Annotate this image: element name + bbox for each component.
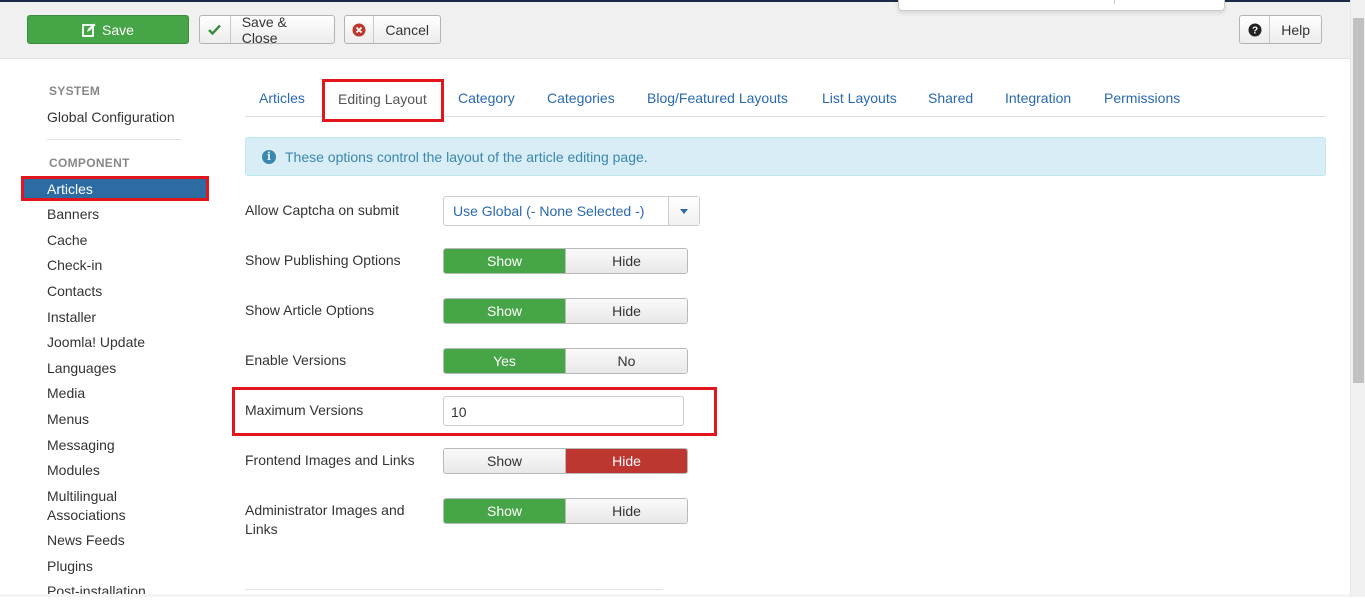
sidebar-item-cache[interactable]: Cache [47, 231, 87, 250]
tab-list-layouts[interactable]: List Layouts [822, 90, 897, 106]
edit-icon [82, 16, 96, 43]
tab-permissions[interactable]: Permissions [1104, 90, 1180, 106]
maximum-versions-input[interactable]: 10 [443, 396, 684, 426]
save-close-button[interactable]: Save & Close [199, 13, 335, 46]
sidebar-item-plugins[interactable]: Plugins [47, 557, 93, 576]
sidebar-item-articles[interactable]: Articles [21, 176, 209, 201]
versions-no-option[interactable]: No [565, 349, 687, 373]
publishing-hide-option[interactable]: Hide [565, 249, 687, 273]
tab-categories[interactable]: Categories [547, 90, 615, 106]
save-close-label: Save & Close [241, 13, 287, 46]
frontend-images-show-option[interactable]: Show [444, 449, 565, 473]
sidebar-item-languages[interactable]: Languages [47, 359, 116, 378]
sidebar-item-post-installation[interactable]: Post-installation [47, 582, 146, 601]
captcha-select[interactable]: Use Global (- None Selected -) [443, 196, 700, 226]
enable-versions-label: Enable Versions [245, 352, 347, 368]
scrollbar-thumb[interactable] [1353, 18, 1364, 383]
article-options-hide-option[interactable]: Hide [565, 299, 687, 323]
publishing-options-toggle: Show Hide [443, 248, 688, 274]
publishing-show-option[interactable]: Show [444, 249, 565, 273]
admin-images-label: Administrator Images and Links [245, 502, 405, 537]
sidebar-item-multilingual-associations[interactable]: Multilingual Associations [47, 487, 157, 525]
sidebar-heading-component: COMPONENT [49, 156, 130, 170]
admin-images-hide-option[interactable]: Hide [565, 499, 687, 523]
tab-shared[interactable]: Shared [928, 90, 973, 106]
tab-category[interactable]: Category [458, 90, 515, 106]
dropdown-popup [898, 0, 1225, 11]
tab-editing-layout[interactable]: Editing Layout [322, 79, 444, 122]
frontend-images-label: Frontend Images and Links [245, 452, 415, 468]
tab-integration[interactable]: Integration [1005, 90, 1071, 106]
enable-versions-toggle: Yes No [443, 348, 688, 374]
page-scrollbar[interactable] [1350, 0, 1365, 597]
tab-articles[interactable]: Articles [259, 90, 305, 106]
captcha-value: Use Global (- None Selected -) [453, 203, 645, 219]
tab-blog-featured-layouts[interactable]: Blog/Featured Layouts [647, 90, 788, 106]
info-icon: i [262, 149, 276, 164]
question-icon: ? [1240, 16, 1271, 43]
sidebar-item-media[interactable]: Media [47, 384, 85, 403]
article-options-label: Show Article Options [245, 302, 375, 318]
sidebar-divider [47, 139, 181, 140]
info-alert: i These options control the layout of th… [245, 137, 1326, 176]
sidebar-item-menus[interactable]: Menus [47, 410, 89, 429]
info-message: These options control the layout of the … [285, 148, 648, 165]
versions-yes-option[interactable]: Yes [444, 349, 565, 373]
form-divider [245, 589, 663, 590]
sidebar-item-global-configuration[interactable]: Global Configuration [47, 108, 175, 127]
frontend-images-toggle: Show Hide [443, 448, 688, 474]
chevron-down-icon[interactable] [668, 197, 699, 225]
frontend-images-hide-option[interactable]: Hide [565, 449, 687, 473]
save-button[interactable]: Save [27, 15, 189, 44]
admin-images-show-option[interactable]: Show [444, 499, 565, 523]
sidebar-item-label: Articles [47, 181, 93, 197]
publishing-options-label: Show Publishing Options [245, 252, 401, 268]
sidebar-item-messaging[interactable]: Messaging [47, 436, 115, 455]
article-options-toggle: Show Hide [443, 298, 688, 324]
help-button[interactable]: ? Help [1239, 15, 1322, 44]
sidebar-item-contacts[interactable]: Contacts [47, 282, 102, 301]
tab-label: Editing Layout [338, 91, 427, 107]
save-label: Save [102, 21, 134, 38]
svg-text:?: ? [1252, 25, 1258, 36]
help-label: Help [1281, 21, 1310, 38]
sidebar-item-check-in[interactable]: Check-in [47, 256, 102, 275]
admin-images-toggle: Show Hide [443, 498, 688, 524]
cancel-label: Cancel [385, 21, 429, 38]
sidebar-item-banners[interactable]: Banners [47, 205, 99, 224]
sidebar-item-installer[interactable]: Installer [47, 308, 96, 327]
sidebar-heading-system: SYSTEM [49, 84, 101, 98]
captcha-label: Allow Captcha on submit [245, 202, 400, 218]
maximum-versions-label: Maximum Versions [245, 402, 364, 418]
checkmark-icon [200, 16, 231, 43]
sidebar: SYSTEM Global Configuration COMPONENT Ar… [0, 60, 230, 599]
cancel-icon [345, 16, 375, 43]
sidebar-item-modules[interactable]: Modules [47, 461, 100, 480]
article-options-show-option[interactable]: Show [444, 299, 565, 323]
sidebar-item-joomla-update[interactable]: Joomla! Update [47, 333, 145, 352]
popup-divider [1114, 0, 1115, 4]
cancel-button[interactable]: Cancel [344, 15, 441, 44]
sidebar-item-news-feeds[interactable]: News Feeds [47, 531, 125, 550]
